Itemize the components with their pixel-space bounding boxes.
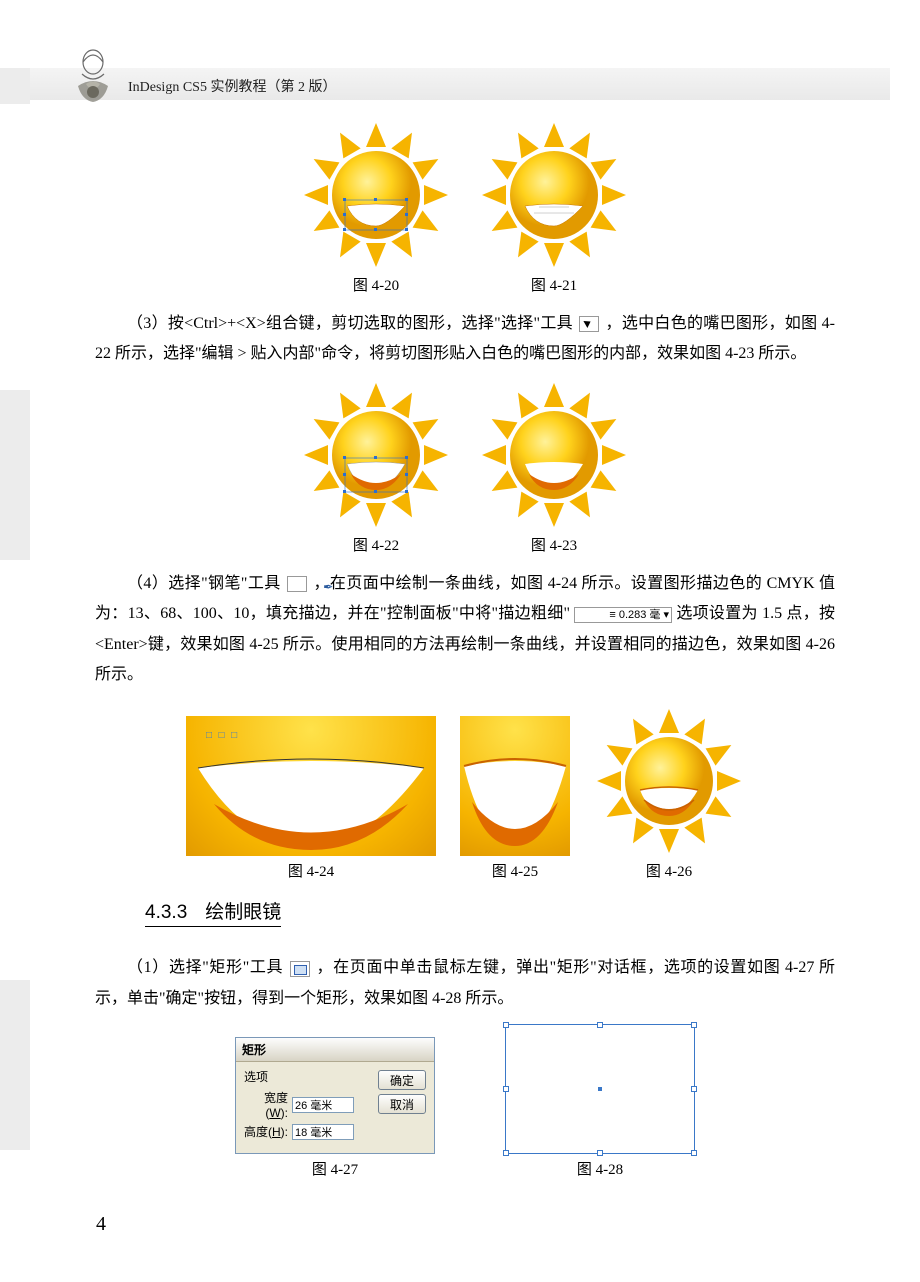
step-4-text: （4）选择"钢笔"工具 ，在页面中绘制一条曲线，如图 4-24 所示。设置图形描… [95, 569, 835, 691]
height-label: 高度(H): [244, 1123, 288, 1140]
rectangle-preview [505, 1024, 695, 1154]
page-number: 4 [96, 1213, 106, 1236]
dialog-title: 矩形 [236, 1038, 434, 1062]
stroke-value: 0.283 毫 [619, 609, 661, 621]
text-run: （1）选择"矩形"工具 [127, 959, 283, 976]
book-title: InDesign CS5 实例教程（第 2 版） [128, 76, 336, 96]
rectangle-tool-icon [290, 961, 310, 977]
section-heading: 4.3.3 绘制眼镜 [145, 897, 281, 927]
rectangle-dialog: 矩形 选项 宽度(W): 高度(H): 确定 取消 [235, 1037, 435, 1154]
step-3-text: （3）按<Ctrl>+<X>组合键，剪切选取的图形，选择"选择"工具 ，选中白色… [95, 309, 835, 370]
figure-4-22: 图 4-22 [301, 380, 451, 555]
figure-caption: 图 4-23 [531, 534, 577, 555]
side-margin-block [0, 68, 30, 104]
figure-4-23: 图 4-23 [479, 380, 629, 555]
figure-caption: 图 4-22 [353, 534, 399, 555]
stroke-weight-field-icon: ≡ 0.283 毫 ▾ [574, 607, 672, 623]
figure-4-21: 图 4-21 [479, 120, 629, 295]
figure-4-24: □ □ □ 图 4-24 [186, 716, 436, 881]
text-run: （4）选择"钢笔"工具 [127, 575, 281, 592]
figure-caption: 图 4-21 [531, 274, 577, 295]
figure-4-27: 矩形 选项 宽度(W): 高度(H): 确定 取消 [235, 1037, 435, 1179]
figure-caption: 图 4-20 [353, 274, 399, 295]
section-title-text: 绘制眼镜 [205, 902, 281, 923]
figure-4-25: 图 4-25 [460, 716, 570, 881]
section-number: 4.3.3 [145, 902, 187, 923]
height-input[interactable] [292, 1124, 354, 1140]
figure-caption: 图 4-25 [492, 860, 538, 881]
figure-caption: 图 4-27 [312, 1158, 358, 1179]
step-1-text: （1）选择"矩形"工具 ，在页面中单击鼠标左键，弹出"矩形"对话框，选项的设置如… [95, 953, 835, 1014]
center-point-icon [598, 1087, 602, 1091]
header-ornament-icon [68, 44, 118, 104]
ok-button[interactable]: 确定 [378, 1070, 426, 1090]
width-label: 宽度(W): [244, 1089, 288, 1120]
side-margin-block [0, 980, 30, 1150]
width-input[interactable] [292, 1097, 354, 1113]
selection-tool-icon [579, 316, 599, 332]
text-run: （3）按<Ctrl>+<X>组合键，剪切选取的图形，选择"选择"工具 [127, 315, 573, 332]
figure-4-26: 图 4-26 [594, 706, 744, 881]
cancel-button[interactable]: 取消 [378, 1094, 426, 1114]
figure-caption: 图 4-28 [577, 1158, 623, 1179]
side-margin-block [0, 390, 30, 560]
figure-caption: 图 4-26 [646, 860, 692, 881]
figure-caption: 图 4-24 [288, 860, 334, 881]
figure-4-20: 图 4-20 [301, 120, 451, 295]
figure-4-28: 图 4-28 [505, 1024, 695, 1179]
pen-tool-icon [287, 576, 307, 592]
